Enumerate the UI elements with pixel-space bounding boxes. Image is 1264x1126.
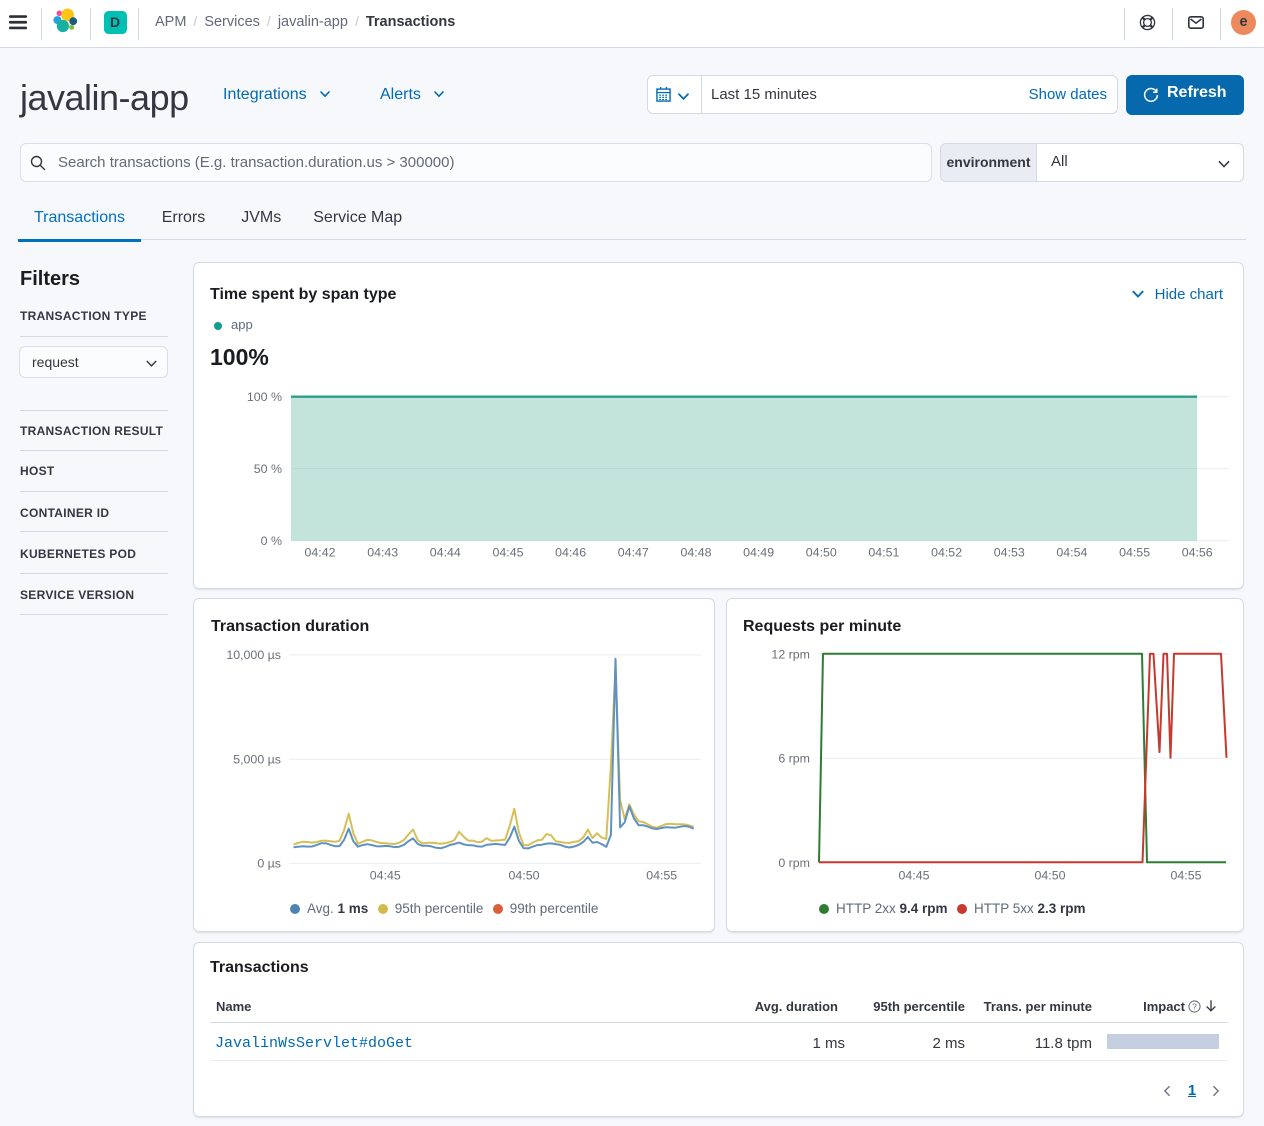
svg-text:04:49: 04:49 <box>743 546 774 560</box>
svg-text:04:47: 04:47 <box>618 546 649 560</box>
svg-text:04:55: 04:55 <box>1170 869 1201 883</box>
svg-text:12 rpm: 12 rpm <box>771 648 810 662</box>
svg-text:0 rpm: 0 rpm <box>778 856 810 870</box>
svg-text:04:48: 04:48 <box>680 546 711 560</box>
svg-text:04:55: 04:55 <box>1119 546 1150 560</box>
svg-text:0 %: 0 % <box>261 534 282 548</box>
svg-text:10,000 µs: 10,000 µs <box>226 648 281 662</box>
svg-text:04:50: 04:50 <box>1034 869 1065 883</box>
svg-text:04:50: 04:50 <box>806 546 837 560</box>
svg-text:04:56: 04:56 <box>1182 546 1213 560</box>
svg-text:04:50: 04:50 <box>508 869 539 883</box>
svg-text:5,000 µs: 5,000 µs <box>233 753 281 767</box>
svg-text:04:52: 04:52 <box>931 546 962 560</box>
svg-text:04:53: 04:53 <box>994 546 1025 560</box>
svg-text:04:43: 04:43 <box>367 546 398 560</box>
svg-text:?: ? <box>1192 1001 1197 1011</box>
svg-text:04:45: 04:45 <box>492 546 523 560</box>
svg-text:04:51: 04:51 <box>868 546 899 560</box>
svg-text:04:54: 04:54 <box>1056 546 1087 560</box>
svg-text:6 rpm: 6 rpm <box>778 752 810 766</box>
svg-text:04:55: 04:55 <box>646 869 677 883</box>
svg-text:100 %: 100 % <box>247 390 282 404</box>
svg-text:04:45: 04:45 <box>370 869 401 883</box>
svg-text:0 µs: 0 µs <box>257 857 281 871</box>
svg-text:04:45: 04:45 <box>898 869 929 883</box>
svg-text:04:46: 04:46 <box>555 546 586 560</box>
svg-text:04:44: 04:44 <box>430 546 461 560</box>
svg-text:50 %: 50 % <box>254 462 282 476</box>
svg-text:04:42: 04:42 <box>304 546 335 560</box>
